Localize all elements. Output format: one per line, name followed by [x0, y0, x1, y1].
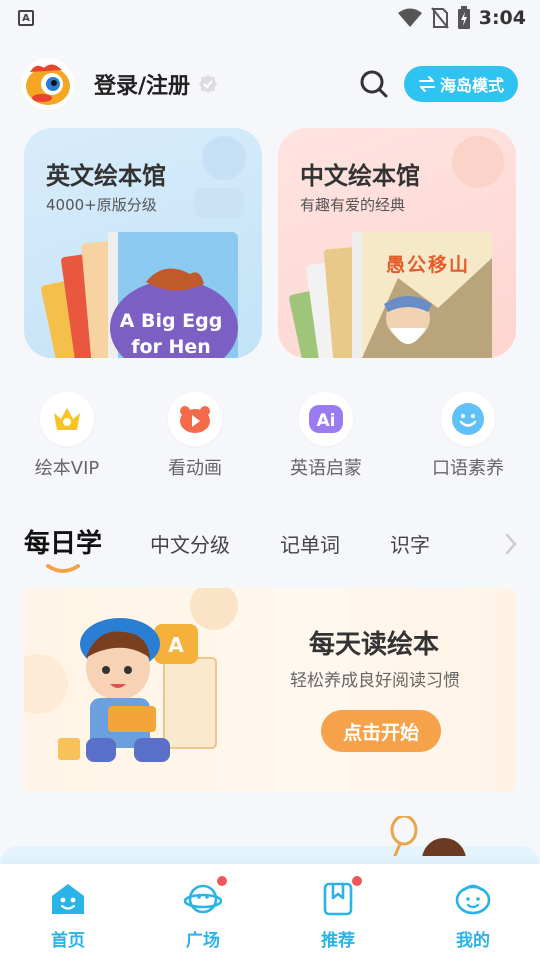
tennis-kid-illustration	[390, 816, 466, 856]
quick-entry-label: 看动画	[168, 458, 222, 479]
island-mode-button[interactable]: 海岛模式	[403, 66, 518, 102]
bear-play-icon	[168, 392, 222, 446]
quick-entry-oral-literacy[interactable]: 口语素养	[413, 392, 523, 480]
quick-entry-picture-book-vip[interactable]: 绘本VIP	[12, 392, 122, 480]
wifi-icon	[397, 8, 422, 27]
notification-a-icon: A	[18, 10, 34, 26]
book-cover-title: 愚公移山	[386, 254, 471, 276]
notification-dot	[352, 876, 362, 886]
ai-icon: Ai	[299, 392, 353, 446]
svg-text:Ai: Ai	[317, 411, 336, 431]
daily-reading-banner[interactable]: A 每天读绘本 轻松养成良好阅读习惯 点击开始	[24, 588, 516, 792]
book-cover-title: A Big Egg for Hen	[119, 310, 223, 358]
quick-entry-row: 绘本VIP 看动画 Ai 英语启蒙 口语素养	[0, 392, 540, 482]
status-icons: 3:04	[397, 6, 526, 30]
reading-boy-illustration: A	[24, 588, 238, 762]
quick-entry-label: 绘本VIP	[34, 458, 100, 479]
card-title: 英文绘本馆	[46, 162, 166, 190]
quick-entry-label: 英语启蒙	[290, 458, 362, 479]
header: 登录/注册 海岛模式	[22, 56, 518, 112]
letter-a-badge: A	[168, 633, 184, 657]
planet-face-icon	[183, 876, 227, 918]
notification-dot	[217, 876, 227, 886]
tab-daily-learning[interactable]: 每日学	[24, 523, 102, 560]
tab-chinese-levels[interactable]: 中文分级	[150, 529, 230, 558]
tab-characters[interactable]: 识字	[390, 529, 430, 558]
switch-arrows-icon	[418, 76, 435, 92]
verified-check-icon	[199, 75, 218, 93]
card-title: 中文绘本馆	[300, 162, 420, 190]
nav-label: 广场	[186, 931, 220, 951]
nav-square[interactable]: 广场	[158, 876, 248, 951]
profile-face-icon	[453, 880, 493, 918]
clock: 3:04	[478, 7, 526, 29]
active-tab-underline	[46, 564, 80, 573]
smile-face-icon	[441, 392, 495, 446]
no-sim-icon	[430, 7, 449, 29]
battery-charging-icon	[457, 6, 470, 29]
quick-entry-label: 口语素养	[432, 458, 504, 479]
quick-entry-english-enlightenment[interactable]: Ai 英语启蒙	[271, 392, 381, 480]
home-face-icon	[48, 880, 88, 918]
nav-recommend[interactable]: 推荐	[293, 876, 383, 951]
nav-label: 推荐	[321, 931, 355, 951]
island-mode-label: 海岛模式	[439, 76, 504, 95]
english-library-card[interactable]: 英文绘本馆 4000+原版分级 A Big Egg for Hen	[24, 128, 262, 358]
card-subtitle: 有趣有爱的经典	[300, 196, 406, 214]
quick-entry-animation[interactable]: 看动画	[140, 392, 250, 480]
banner-subtitle: 轻松养成良好阅读习惯	[290, 671, 460, 691]
card-subtitle: 4000+原版分级	[46, 196, 157, 214]
chevron-right-icon[interactable]	[504, 532, 518, 556]
banner-title: 每天读绘本	[309, 630, 440, 660]
category-tabs: 每日学 中文分级 记单词 识字	[24, 522, 524, 573]
nav-label: 我的	[456, 931, 490, 951]
bottom-navigation: 首页 广场 推荐 我的	[0, 864, 540, 960]
start-button[interactable]: 点击开始	[321, 710, 441, 752]
nav-mine[interactable]: 我的	[428, 880, 518, 951]
search-icon	[360, 70, 388, 98]
chinese-library-card[interactable]: 中文绘本馆 有趣有爱的经典 愚公移山	[278, 128, 516, 358]
bookmark-icon	[318, 876, 362, 918]
crown-icon	[40, 392, 94, 446]
mascot-avatar-icon[interactable]	[22, 58, 74, 110]
nav-label: 首页	[51, 931, 85, 951]
search-button[interactable]	[358, 68, 390, 100]
nav-home[interactable]: 首页	[23, 880, 113, 951]
login-register-link[interactable]: 登录/注册	[94, 68, 190, 100]
status-bar: A 3:04	[0, 0, 540, 36]
tab-vocabulary[interactable]: 记单词	[280, 529, 340, 558]
